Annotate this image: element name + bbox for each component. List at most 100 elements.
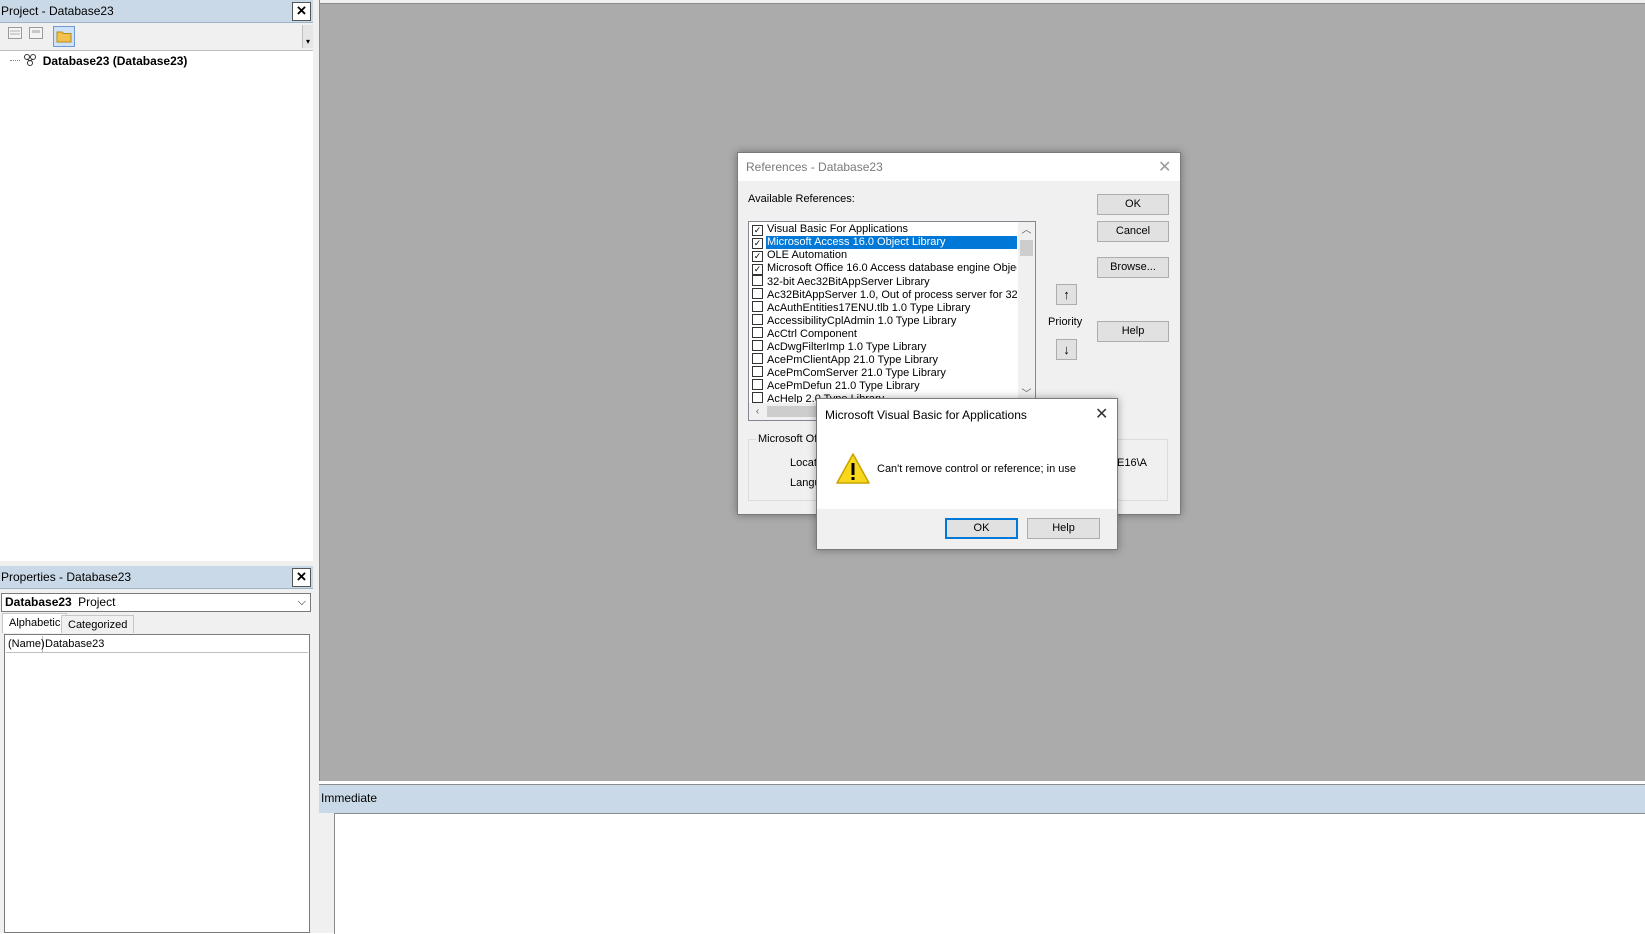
scroll-left-icon[interactable]: ‹	[749, 403, 766, 420]
references-dialog-titlebar: References - Database23	[738, 153, 1180, 181]
references-dialog-title: References - Database23	[746, 160, 883, 174]
list-item[interactable]: ✓ Microsoft Access 16.0 Object Library	[752, 236, 1017, 249]
immediate-left-margin	[319, 813, 334, 933]
reference-label: Visual Basic For Applications	[767, 223, 909, 235]
property-row[interactable]: (Name) Database23	[6, 636, 308, 653]
chevron-down-icon[interactable]: ⌵	[298, 594, 306, 611]
reference-checkbox[interactable]	[752, 392, 763, 403]
error-message-box: Microsoft Visual Basic for Applications …	[816, 398, 1118, 550]
close-icon[interactable]: ✕	[1158, 160, 1171, 176]
list-item[interactable]: AcDwgFilterImp 1.0 Type Library	[752, 340, 1017, 353]
warning-icon	[835, 452, 871, 486]
reference-checkbox[interactable]: ✓	[752, 264, 763, 275]
reference-label: AcCtrl Component	[767, 328, 857, 340]
message-ok-button[interactable]: OK	[945, 518, 1018, 539]
scroll-up-icon[interactable]: ︿	[1018, 222, 1035, 239]
list-item[interactable]: AcePmDefun 21.0 Type Library	[752, 379, 1017, 392]
project-tree: Database23 (Database23)	[0, 51, 314, 561]
vertical-scrollbar[interactable]: ︿ ﹀	[1018, 222, 1035, 420]
project-pane-title-text: Project - Database23	[1, 4, 114, 18]
project-toolbar: ▾	[0, 23, 313, 51]
reference-checkbox[interactable]: ✓	[752, 238, 763, 249]
message-box-title: Microsoft Visual Basic for Applications	[825, 408, 1027, 422]
list-item[interactable]: ✓ Microsoft Office 16.0 Access database e…	[752, 262, 1017, 275]
reference-label: AcePmDefun 21.0 Type Library	[767, 380, 920, 392]
scroll-thumb[interactable]	[1020, 240, 1033, 256]
toggle-folders-icon[interactable]	[53, 26, 75, 47]
list-item[interactable]: ✓ OLE Automation	[752, 249, 1017, 262]
priority-label: Priority	[1048, 316, 1083, 328]
reference-label: AcDwgFilterImp 1.0 Type Library	[767, 341, 927, 353]
reference-label: AcePmClientApp 21.0 Type Library	[767, 354, 938, 366]
reference-label: Microsoft Access 16.0 Object Library	[766, 236, 1017, 249]
immediate-pane-title: Immediate	[319, 784, 1645, 813]
properties-pane-close-button[interactable]: ×	[292, 568, 311, 587]
tab-alphabetic-label: Alphabetic	[9, 617, 61, 629]
property-grid: (Name) Database23	[4, 634, 310, 933]
reference-checkbox[interactable]	[752, 288, 763, 299]
list-item[interactable]: AcePmClientApp 21.0 Type Library	[752, 353, 1017, 366]
priority-down-button[interactable]: ↓	[1056, 339, 1077, 360]
reference-label: AcePmComServer 21.0 Type Library	[767, 367, 946, 379]
toolbar-overflow-icon[interactable]: ▾	[302, 25, 313, 48]
reference-label: OLE Automation	[767, 249, 848, 261]
project-pane-close-button[interactable]: ×	[292, 2, 311, 21]
message-text: Can't remove control or reference; in us…	[877, 463, 1076, 475]
reference-checkbox[interactable]	[752, 314, 763, 325]
reference-label: 32-bit Aec32BitAppServer Library	[767, 276, 930, 288]
message-help-button[interactable]: Help	[1027, 518, 1100, 539]
close-icon[interactable]: ✕	[1095, 407, 1108, 423]
view-object-icon[interactable]	[27, 27, 45, 45]
tree-root-label: Database23 (Database23)	[42, 54, 188, 68]
immediate-pane-title-text: Immediate	[321, 791, 378, 805]
object-type: Project	[78, 595, 116, 609]
vba-project-icon	[23, 53, 39, 71]
property-value-cell[interactable]: Database23	[45, 636, 104, 652]
project-pane-title: Project - Database23	[0, 0, 313, 23]
view-code-icon[interactable]	[6, 27, 24, 45]
references-browse-button[interactable]: Browse...	[1097, 257, 1169, 278]
property-name-cell: (Name)	[8, 636, 45, 652]
reference-checkbox[interactable]	[752, 327, 763, 338]
reference-checkbox[interactable]	[752, 353, 763, 364]
list-item[interactable]: 32-bit Aec32BitAppServer Library	[752, 275, 1017, 288]
list-item[interactable]: AcePmComServer 21.0 Type Library	[752, 366, 1017, 379]
workspace-top-border	[320, 0, 1645, 4]
tab-alphabetic[interactable]: Alphabetic	[2, 613, 68, 633]
location-value: E16\A	[1117, 457, 1147, 469]
arrow-down-icon: ↓	[1063, 342, 1070, 357]
tab-categorized[interactable]: Categorized	[61, 615, 135, 633]
references-listbox[interactable]: ✓ Visual Basic For Applications ✓ Microsof…	[748, 221, 1036, 421]
reference-checkbox[interactable]: ✓	[752, 251, 763, 262]
list-item[interactable]: AcAuthEntities17ENU.tlb 1.0 Type Library	[752, 301, 1017, 314]
group-title: Microsoft Of	[756, 433, 820, 445]
reference-label: AccessibilityCplAdmin 1.0 Type Library	[767, 315, 957, 327]
priority-up-button[interactable]: ↑	[1056, 284, 1077, 305]
location-label: Locat	[790, 457, 817, 469]
references-ok-button[interactable]: OK	[1097, 194, 1169, 215]
reference-checkbox[interactable]	[752, 301, 763, 312]
reference-checkbox[interactable]	[752, 275, 763, 286]
object-name: Database23	[5, 595, 72, 609]
reference-checkbox[interactable]	[752, 340, 763, 351]
immediate-window[interactable]	[334, 813, 1645, 934]
object-selector-combo[interactable]: Database23 Project ⌵	[1, 593, 311, 612]
properties-pane-title: Properties - Database23	[0, 566, 313, 589]
available-references-label: Available References:	[748, 193, 855, 205]
reference-label: Microsoft Office 16.0 Access database en…	[767, 262, 1017, 274]
list-item[interactable]: ✓ Visual Basic For Applications	[752, 223, 1017, 236]
reference-checkbox[interactable]: ✓	[752, 225, 763, 236]
tree-connector	[10, 60, 20, 61]
references-cancel-button[interactable]: Cancel	[1097, 221, 1169, 242]
reference-label: Ac32BitAppServer 1.0, Out of process ser…	[767, 289, 1017, 301]
tree-root-node[interactable]: Database23 (Database23)	[10, 53, 187, 69]
references-help-button[interactable]: Help	[1097, 321, 1169, 342]
list-item[interactable]: AcCtrl Component	[752, 327, 1017, 340]
list-item[interactable]: AccessibilityCplAdmin 1.0 Type Library	[752, 314, 1017, 327]
reference-label: AcAuthEntities17ENU.tlb 1.0 Type Library	[767, 302, 971, 314]
arrow-up-icon: ↑	[1063, 287, 1070, 302]
list-item[interactable]: Ac32BitAppServer 1.0, Out of process ser…	[752, 288, 1017, 301]
reference-checkbox[interactable]	[752, 366, 763, 377]
tab-categorized-label: Categorized	[68, 619, 128, 631]
reference-checkbox[interactable]	[752, 379, 763, 390]
